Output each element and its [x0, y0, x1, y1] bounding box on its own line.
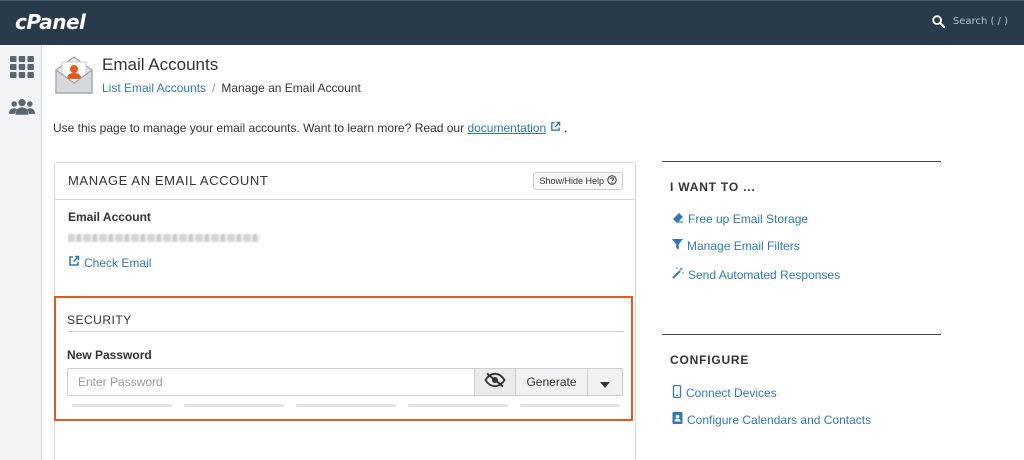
i-want-to-title: I WANT TO ... — [670, 180, 756, 194]
connect-devices-label: Connect Devices — [686, 386, 777, 400]
documentation-link[interactable]: documentation — [467, 121, 546, 135]
top-bar: cPanel Search ( / ) — [0, 0, 1024, 45]
free-up-email-storage-link[interactable]: Free up Email Storage — [672, 212, 808, 226]
address-book-icon — [672, 412, 683, 427]
question-circle-icon — [607, 175, 617, 187]
check-email-label: Check Email — [84, 255, 152, 270]
eye-slash-icon — [484, 372, 506, 392]
external-link-icon[interactable] — [550, 121, 564, 135]
configure-title: CONFIGURE — [670, 353, 750, 367]
generate-password-button[interactable]: Generate — [516, 368, 588, 396]
page-title: Email Accounts — [102, 55, 219, 74]
eraser-icon — [672, 212, 684, 226]
check-email-link[interactable]: Check Email — [68, 255, 151, 270]
intro-sentence: Use this page to manage your email accou… — [53, 121, 465, 135]
grid-icon[interactable] — [9, 54, 35, 80]
intro-suffix: . — [563, 121, 568, 135]
breadcrumb-current: Manage an Email Account — [221, 81, 361, 95]
new-password-label: New Password — [67, 348, 152, 362]
strength-segment — [296, 404, 396, 407]
strength-segment — [520, 404, 620, 407]
strength-segment — [184, 404, 284, 407]
cpanel-logo[interactable]: cPanel — [15, 10, 86, 34]
configure-calendars-contacts-label: Configure Calendars and Contacts — [687, 412, 872, 427]
email-accounts-icon — [53, 54, 95, 96]
help-button-label: Show/Hide Help — [539, 176, 604, 186]
search-box[interactable]: Search ( / ) — [932, 15, 1008, 28]
breadcrumb-list-email-accounts[interactable]: List Email Accounts — [102, 81, 206, 95]
search-placeholder[interactable]: Search ( / ) — [953, 16, 1008, 27]
panel-title: MANAGE AN EMAIL ACCOUNT — [68, 173, 269, 188]
security-title: SECURITY — [67, 313, 132, 327]
external-link-icon — [68, 255, 80, 270]
mobile-phone-icon — [672, 384, 682, 401]
manage-email-filters-link[interactable]: Manage Email Filters — [672, 239, 800, 253]
strength-segment — [72, 404, 172, 407]
aside-divider — [662, 161, 941, 162]
manage-email-filters-label: Manage Email Filters — [687, 239, 800, 253]
new-password-input[interactable] — [67, 368, 475, 396]
email-account-label: Email Account — [68, 210, 151, 224]
generate-options-dropdown[interactable] — [588, 368, 623, 396]
users-icon[interactable] — [9, 94, 35, 120]
filter-icon — [672, 239, 683, 253]
security-divider — [67, 331, 623, 332]
connect-devices-link[interactable]: Connect Devices — [672, 384, 777, 401]
free-up-email-storage-label: Free up Email Storage — [688, 212, 809, 226]
side-navigation — [0, 45, 42, 460]
toggle-password-visibility-button[interactable] — [475, 368, 516, 396]
show-hide-help-button[interactable]: Show/Hide Help — [533, 172, 623, 190]
intro-text: Use this page to manage your email accou… — [53, 121, 567, 135]
panel-divider — [55, 199, 635, 200]
magic-wand-icon — [672, 267, 684, 282]
strength-segment — [408, 404, 508, 407]
send-automated-responses-label: Send Automated Responses — [688, 267, 841, 282]
breadcrumb-separator: / — [212, 81, 216, 95]
send-automated-responses-link[interactable]: Send Automated Responses — [672, 267, 840, 282]
configure-calendars-contacts-link[interactable]: Configure Calendars and Contacts — [672, 412, 871, 427]
breadcrumb: List Email Accounts / Manage an Email Ac… — [102, 81, 361, 95]
aside-divider — [662, 334, 941, 335]
search-icon[interactable] — [932, 15, 945, 28]
email-address-redacted — [68, 234, 260, 242]
caret-down-icon — [600, 373, 610, 392]
